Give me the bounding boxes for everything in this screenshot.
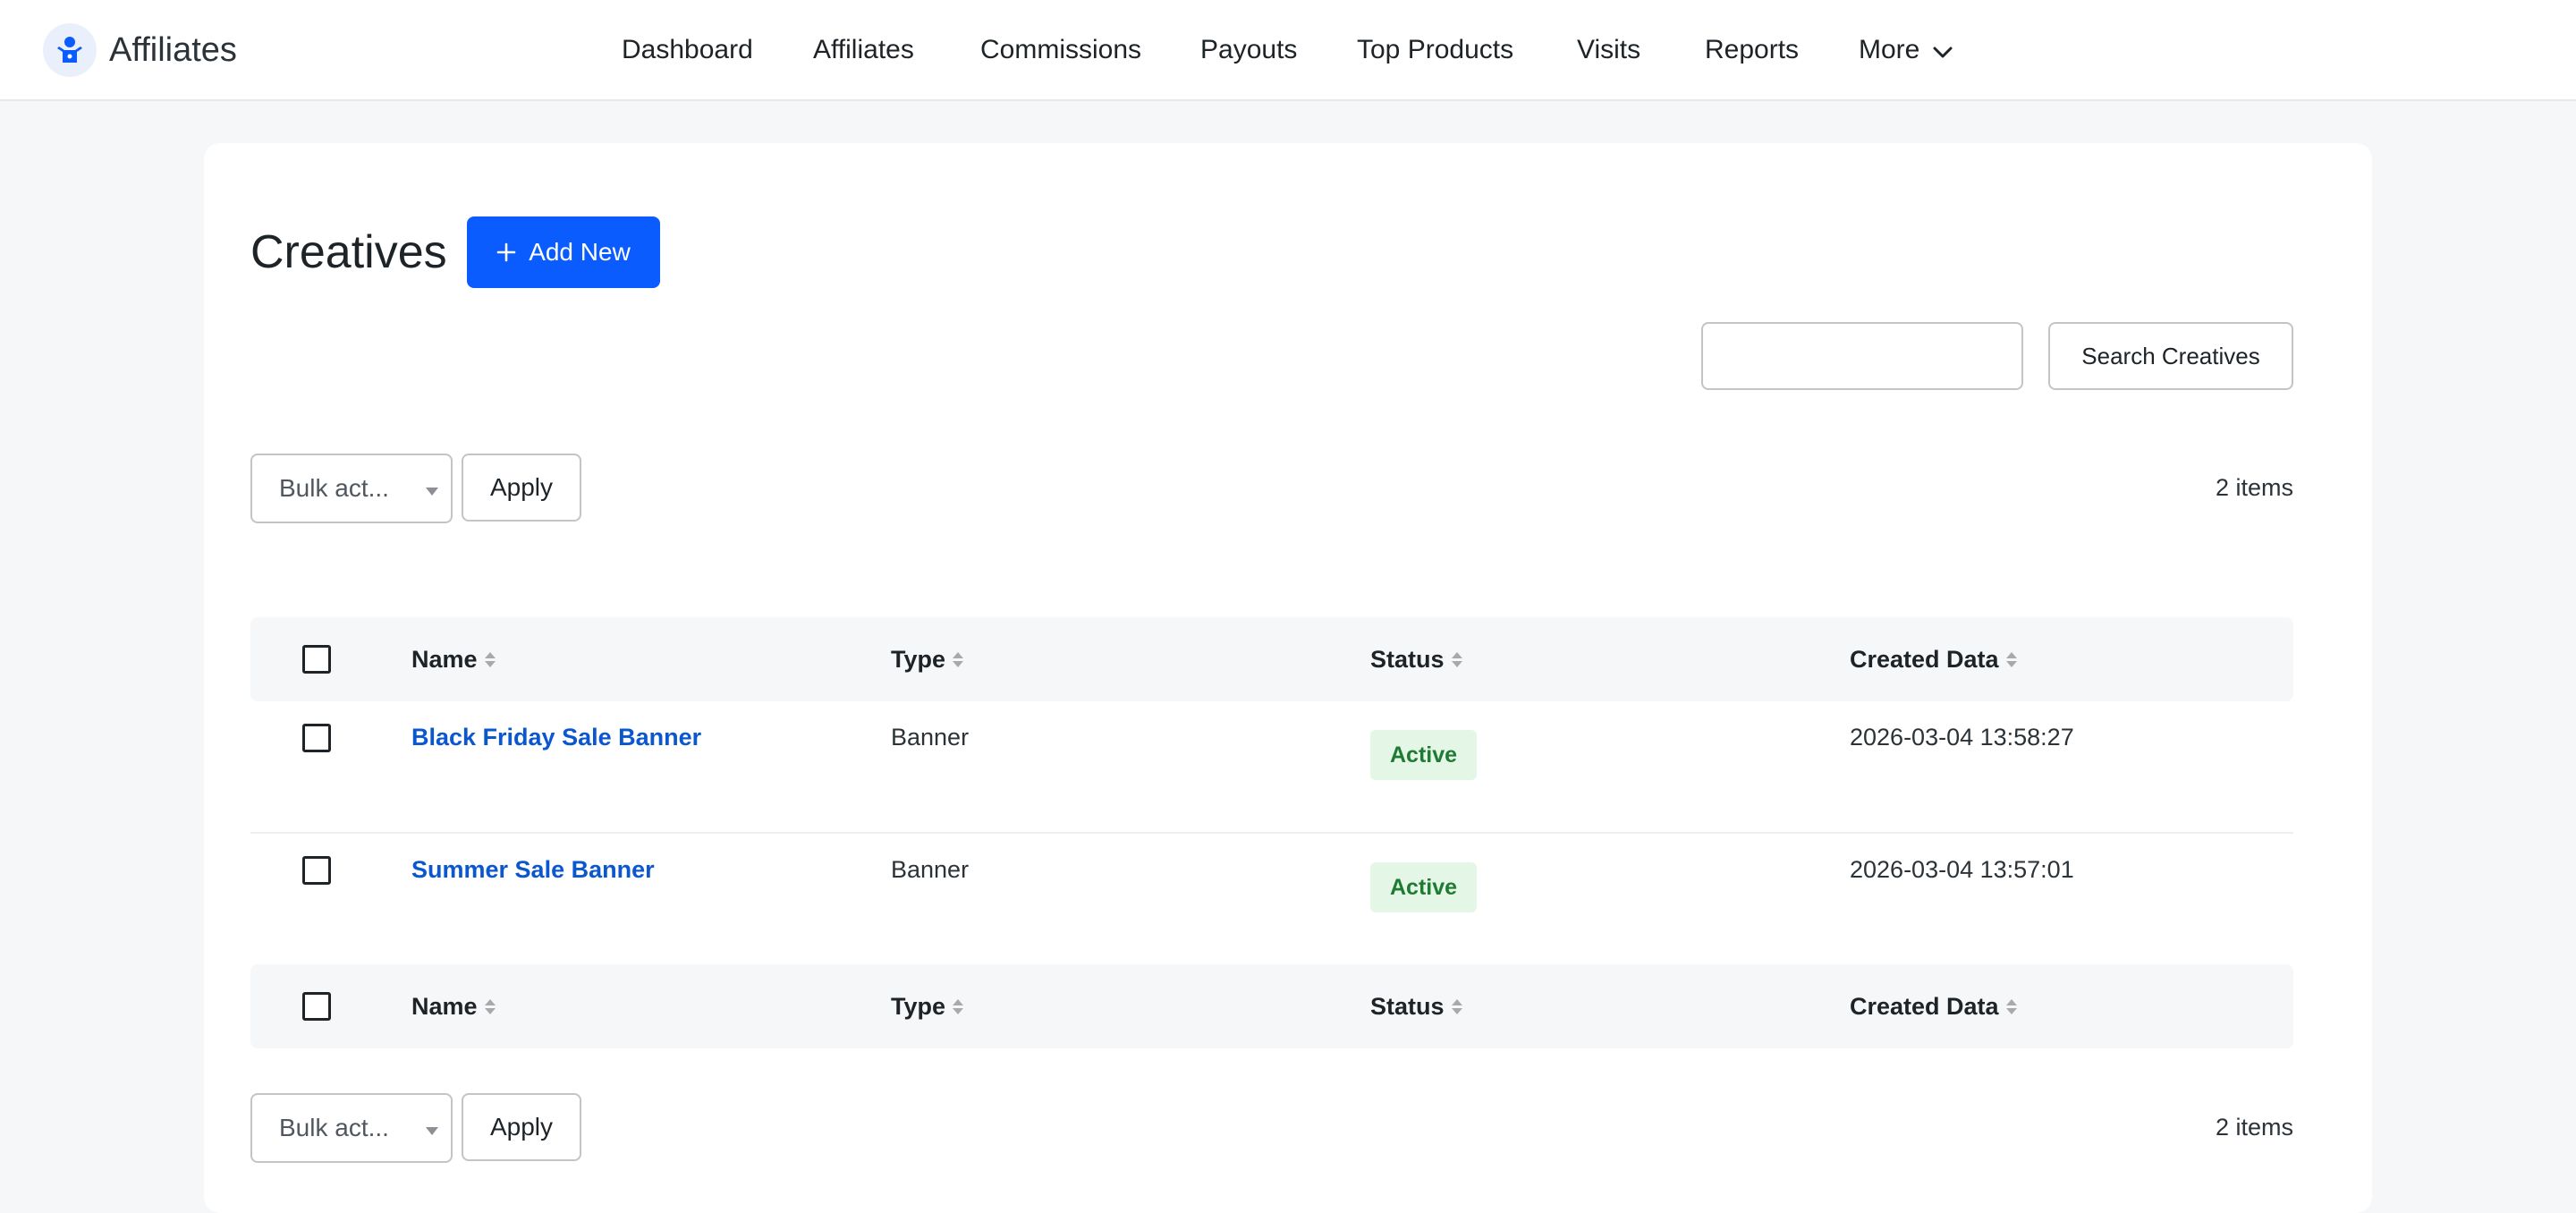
nav-item-commissions[interactable]: Commissions xyxy=(980,32,1141,68)
chevron-down-icon xyxy=(1933,33,1953,69)
sort-icon xyxy=(484,998,496,1014)
creative-name-link[interactable]: Black Friday Sale Banner xyxy=(411,721,701,753)
bulk-actions-value: Bulk act... xyxy=(279,1114,389,1141)
caret-down-icon xyxy=(426,1127,438,1135)
column-footer-label: Type xyxy=(891,993,946,1020)
creative-name-link[interactable]: Summer Sale Banner xyxy=(411,853,655,886)
items-count-top: 2 items xyxy=(2215,474,2293,501)
bulk-actions-select-top[interactable]: Bulk act... xyxy=(250,454,453,523)
brand-name: Affiliates xyxy=(109,30,237,69)
nav-item-top-products[interactable]: Top Products xyxy=(1357,32,1513,68)
search-creatives-button[interactable]: Search Creatives xyxy=(2048,322,2293,390)
created-date: 2026-03-04 13:58:27 xyxy=(1850,724,2074,751)
add-new-button[interactable]: Add New xyxy=(467,216,660,288)
nav-item-visits[interactable]: Visits xyxy=(1577,32,1640,68)
brand[interactable]: Affiliates xyxy=(43,23,237,77)
column-header-label: Type xyxy=(891,646,946,673)
status-badge: Active xyxy=(1370,730,1478,780)
bulk-actions-value: Bulk act... xyxy=(279,474,389,502)
column-footer-label: Name xyxy=(411,993,478,1020)
add-new-label: Add New xyxy=(529,238,631,266)
affiliates-logo-icon xyxy=(43,23,97,77)
sort-icon xyxy=(1451,998,1462,1014)
apply-button-bottom[interactable]: Apply xyxy=(462,1093,581,1161)
row-checkbox[interactable] xyxy=(302,724,331,752)
column-footer-status[interactable]: Status xyxy=(1370,990,1462,1022)
table-row: Summer Sale Banner Banner Active 2026-03… xyxy=(250,836,2293,968)
nav-item-payouts[interactable]: Payouts xyxy=(1200,32,1297,68)
nav-item-affiliates[interactable]: Affiliates xyxy=(813,32,914,68)
table-header: Name Type Status Created Data xyxy=(250,617,2293,701)
column-header-label: Created Data xyxy=(1850,646,1999,673)
column-header-label: Name xyxy=(411,646,478,673)
nav-more-label: More xyxy=(1859,35,1920,64)
items-count-bottom: 2 items xyxy=(2215,1114,2293,1141)
column-header-name[interactable]: Name xyxy=(411,643,496,675)
sort-icon xyxy=(953,998,964,1014)
select-all-checkbox[interactable] xyxy=(302,645,331,674)
column-header-status[interactable]: Status xyxy=(1370,643,1462,675)
column-footer-created[interactable]: Created Data xyxy=(1850,990,2017,1022)
column-footer-name[interactable]: Name xyxy=(411,990,496,1022)
column-footer-type[interactable]: Type xyxy=(891,990,964,1022)
sort-icon xyxy=(1451,651,1462,667)
column-header-created[interactable]: Created Data xyxy=(1850,643,2017,675)
column-footer-label: Created Data xyxy=(1850,993,1999,1020)
creative-type: Banner xyxy=(891,856,970,883)
creatives-card: Creatives Add New Search Creatives Bulk … xyxy=(204,143,2372,1213)
sort-icon xyxy=(953,651,964,667)
column-footer-label: Status xyxy=(1370,993,1445,1020)
search-input[interactable] xyxy=(1701,322,2023,390)
creative-type: Banner xyxy=(891,724,970,751)
nav-item-reports[interactable]: Reports xyxy=(1705,32,1799,68)
column-header-type[interactable]: Type xyxy=(891,643,964,675)
sort-icon xyxy=(484,651,496,667)
nav-item-more[interactable]: More xyxy=(1859,32,1953,69)
caret-down-icon xyxy=(426,488,438,496)
top-navigation-bar: Affiliates Dashboard Affiliates Commissi… xyxy=(0,0,2576,101)
sort-icon xyxy=(2005,651,2017,667)
created-date: 2026-03-04 13:57:01 xyxy=(1850,856,2074,883)
nav-item-dashboard[interactable]: Dashboard xyxy=(622,32,753,68)
page-title: Creatives xyxy=(250,226,447,278)
apply-button-top[interactable]: Apply xyxy=(462,454,581,522)
bulk-actions-select-bottom[interactable]: Bulk act... xyxy=(250,1093,453,1163)
table-row: Black Friday Sale Banner Banner Active 2… xyxy=(250,701,2293,834)
sort-icon xyxy=(2005,998,2017,1014)
select-all-checkbox-bottom[interactable] xyxy=(302,992,331,1021)
table-footer: Name Type Status Created Data xyxy=(250,964,2293,1048)
column-header-label: Status xyxy=(1370,646,1445,673)
plus-icon xyxy=(496,242,516,262)
status-badge: Active xyxy=(1370,862,1478,912)
row-checkbox[interactable] xyxy=(302,856,331,885)
